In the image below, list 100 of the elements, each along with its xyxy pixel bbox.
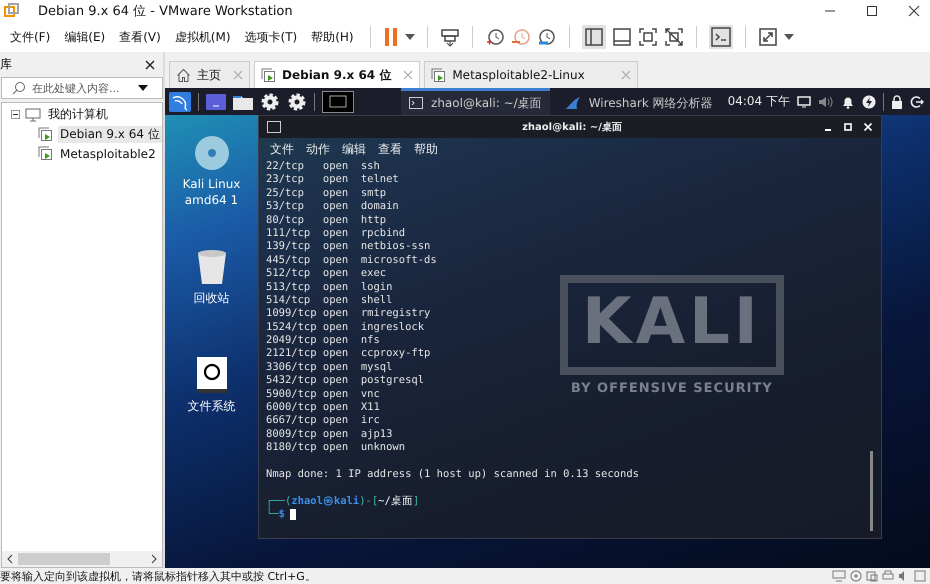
search-field[interactable]: 在此处键入内容... (1, 77, 163, 99)
horizontal-scrollbar[interactable] (2, 551, 162, 567)
terminal-line: 22/tcp open ssh (266, 160, 380, 174)
terminal-line: 6667/tcp open irc (266, 414, 380, 428)
console-view-icon[interactable] (612, 27, 632, 47)
library-title: 库 (0, 56, 12, 73)
computer-icon (25, 108, 41, 122)
gear-icon[interactable] (260, 92, 280, 112)
menu-item[interactable]: 文件 (270, 141, 294, 158)
desktop-icon-label[interactable]: Kali Linux amd64 1 (182, 177, 242, 208)
pause-icon[interactable] (382, 27, 399, 47)
menu-item[interactable]: 文件(F) (6, 28, 54, 46)
menu-item[interactable]: 动作 (306, 141, 330, 158)
terminal-line: 514/tcp open shell (266, 294, 392, 308)
terminal-line: 53/tcp open domain (266, 200, 399, 214)
vm-icon (38, 146, 53, 161)
tab[interactable]: 主页 (169, 61, 250, 88)
search-input[interactable]: 在此处键入内容... (30, 80, 134, 96)
sidebar-view-icon[interactable] (582, 25, 606, 49)
menu-item[interactable]: 帮助(H) (307, 28, 358, 46)
caret-icon[interactable] (784, 34, 794, 40)
terminal-line: 2049/tcp open nfs (266, 334, 380, 348)
scrollbar[interactable] (870, 451, 873, 531)
menu-item[interactable]: 查看(V) (115, 28, 165, 46)
bell-icon[interactable] (841, 94, 855, 108)
fullscreen-icon[interactable] (758, 27, 778, 47)
revert-snapshot-icon[interactable] (510, 27, 531, 47)
folder-icon[interactable] (233, 94, 253, 110)
logout-icon[interactable] (910, 94, 924, 108)
prompt-line: ┌──(zhaol㉿kali)-[~/桌面] (266, 494, 420, 507)
terminal-line: 23/tcp open telnet (266, 173, 399, 187)
terminal-line: 111/tcp open rpcbind (266, 226, 406, 240)
taskbar-item[interactable]: zhaol@kali: ~/桌面 (401, 88, 550, 115)
volume-icon[interactable] (818, 94, 834, 108)
usb-icon (866, 570, 878, 582)
terminal-icon[interactable] (708, 25, 733, 49)
cd-icon (850, 570, 862, 582)
terminal-line: 513/tcp open login (266, 280, 392, 294)
vmware-logo-icon (4, 3, 20, 19)
vm-icon (431, 68, 446, 82)
drive-icon[interactable] (196, 357, 226, 393)
status-message: 要将输入定向到该虚拟机，请将鼠标指针移入其中或按 Ctrl+G。 (0, 568, 316, 584)
menu-item[interactable]: 选项卡(T) (240, 28, 302, 46)
search-icon (12, 81, 26, 95)
terminal-line: 5432/tcp open postgresql (266, 374, 424, 388)
close-icon[interactable] (908, 5, 920, 17)
terminal-line: 8180/tcp open unknown (266, 441, 406, 455)
terminal-line: 80/tcp open http (266, 214, 386, 227)
display-icon[interactable] (797, 96, 811, 108)
scroll-right-icon[interactable] (150, 554, 158, 564)
menu-item[interactable]: 帮助 (414, 141, 438, 158)
wallpaper-tagline: BY OFFENSIVE SECURITY (570, 381, 773, 396)
fit-guest-icon[interactable] (638, 27, 658, 47)
terminal-line: 139/tcp open netbios-ssn (266, 240, 430, 254)
terminal-line: 445/tcp open microsoft-ds (266, 254, 437, 268)
collapse-toggle-icon[interactable] (11, 110, 20, 119)
scroll-left-icon[interactable] (6, 554, 14, 564)
tab[interactable]: Metasploitable2-Linux (424, 61, 638, 88)
menu-item[interactable]: 编辑 (342, 141, 366, 158)
wallpaper-logo: KALI (582, 285, 762, 359)
snapshot-icon[interactable] (484, 27, 505, 47)
taskbar-item[interactable]: Wireshark 网络分析器 (556, 88, 721, 115)
tree-item[interactable]: Metasploitable2 (58, 146, 158, 160)
tree-item[interactable]: Debian 9.x 64 位 (58, 126, 162, 143)
trash-icon[interactable] (196, 249, 228, 285)
desktop-icon-label[interactable]: 文件系统 (182, 399, 242, 415)
terminal-line: 6000/tcp open X11 (266, 401, 380, 414)
desktop-icon-label[interactable]: 回收站 (182, 291, 242, 307)
terminal-line: 1099/tcp open rmiregistry (266, 307, 430, 321)
printer-icon (882, 570, 894, 582)
send-keys-icon[interactable] (440, 27, 460, 47)
maximize-icon[interactable] (866, 5, 878, 17)
kali-menu-icon[interactable] (169, 92, 191, 112)
disc-icon[interactable] (194, 135, 230, 171)
tab[interactable]: Debian 9.x 64 位 (254, 61, 420, 88)
terminal-line: 8009/tcp open ajp13 (266, 428, 392, 442)
power-manager-icon[interactable] (862, 94, 876, 108)
gear-icon[interactable] (287, 92, 307, 112)
terminal-app-icon[interactable] (206, 94, 226, 110)
home-icon (176, 68, 191, 82)
caret-icon[interactable] (404, 34, 415, 40)
close-icon[interactable] (145, 60, 155, 70)
window-title: Debian 9.x 64 位 - VMware Workstation (38, 3, 293, 20)
terminal-line: 25/tcp open smtp (266, 186, 386, 200)
dropdown-caret-icon[interactable] (138, 85, 148, 91)
window-thumbnail-icon[interactable] (322, 90, 354, 112)
menu-item[interactable]: 查看 (378, 141, 402, 158)
tree-item[interactable]: 我的计算机 (46, 106, 110, 123)
message-icon (914, 570, 926, 582)
unity-icon[interactable] (664, 27, 684, 47)
prompt-line: └─$ (266, 508, 296, 522)
lock-icon[interactable] (891, 94, 903, 108)
snapshot-manager-icon[interactable] (536, 27, 557, 47)
terminal-line: Nmap done: 1 IP address (1 host up) scanned in 0.13 seconds (266, 468, 639, 482)
terminal-icon (267, 121, 281, 133)
shark-fin-icon (564, 96, 581, 110)
menu-item[interactable]: 编辑(E) (60, 28, 110, 46)
terminal-icon (409, 97, 424, 109)
menu-item[interactable]: 虚拟机(M) (170, 28, 235, 46)
clock[interactable]: 04:04 下午 (728, 93, 790, 110)
